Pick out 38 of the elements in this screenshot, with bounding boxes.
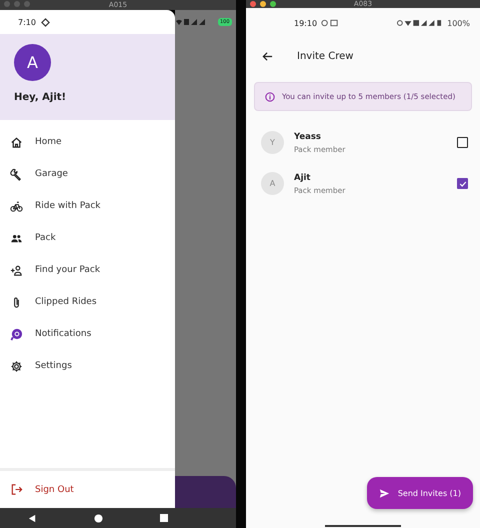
menu-item[interactable]: Garage [0, 158, 175, 190]
add-person-icon [10, 264, 23, 276]
checkbox[interactable] [457, 178, 468, 189]
back-arrow-icon[interactable] [262, 50, 273, 62]
card-background [175, 476, 236, 508]
notification-icon [10, 328, 23, 340]
status-icons [397, 19, 444, 27]
info-icon [265, 92, 275, 102]
menu-item[interactable]: Pack [0, 222, 175, 254]
wrench-icon [10, 168, 23, 180]
battery-percentage: 100% [447, 18, 470, 28]
status-icon [40, 18, 50, 26]
home-icon [10, 136, 23, 148]
home-button-icon[interactable] [94, 514, 103, 522]
menu-item[interactable]: Ride with Pack [0, 190, 175, 222]
menu-item[interactable]: Notifications [0, 318, 175, 350]
menu-item[interactable]: Home [0, 126, 175, 158]
send-icon [378, 488, 390, 498]
settings-icon [10, 360, 23, 372]
logout-icon [10, 483, 23, 496]
page-title: Invite Crew [297, 50, 354, 62]
menu-item[interactable]: Settings [0, 350, 175, 382]
member-avatar: A [261, 172, 284, 195]
status-icons [321, 19, 340, 27]
menu-item[interactable]: Find your Pack [0, 254, 175, 286]
status-time: 19:10 [294, 18, 318, 28]
back-icon[interactable] [28, 514, 38, 522]
member-name: Ajit [294, 172, 312, 182]
checkbox[interactable] [457, 137, 468, 148]
menu-item[interactable]: Clipped Rides [0, 286, 175, 318]
status-time: 7:10 [18, 18, 36, 26]
recents-icon[interactable] [160, 514, 168, 522]
member-avatar: Y [261, 131, 284, 154]
avatar: A [14, 44, 51, 81]
greeting: Hey, Ajit! [14, 92, 68, 103]
member-name: Yeass [294, 132, 322, 142]
bicycle-icon [10, 200, 23, 212]
send-invites-button[interactable]: Send Invites (1) [366, 477, 473, 509]
